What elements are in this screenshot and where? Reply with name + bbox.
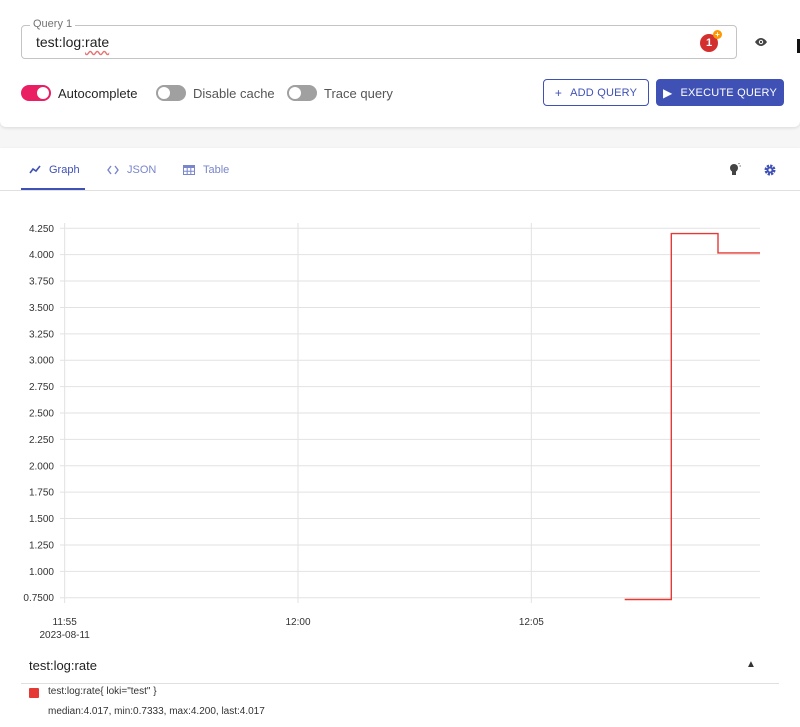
y-tick-label: 1.500 (29, 514, 54, 525)
legend-series-label[interactable]: test:log:rate{ loki="test" } (48, 686, 157, 697)
query-value[interactable]: test:log:rate (36, 34, 109, 50)
disable-cache-label: Disable cache (193, 85, 275, 101)
trace-query-switch[interactable] (287, 85, 317, 101)
plus-icon: + (554, 85, 563, 100)
legend-header[interactable]: test:log:rate ▲ (0, 648, 800, 683)
y-tick-label: 1.750 (29, 488, 54, 499)
autocomplete-toggle[interactable]: Autocomplete (21, 83, 138, 103)
y-tick-label: 2.500 (29, 409, 54, 420)
y-tick-label: 0.7500 (23, 593, 54, 604)
eye-icon[interactable] (753, 35, 769, 49)
execute-query-button[interactable]: ▶ EXECUTE QUERY (656, 79, 784, 106)
y-tick-label: 2.250 (29, 435, 54, 446)
error-badge-icon[interactable]: 1 + (700, 30, 722, 52)
query-label: Query 1 (30, 18, 76, 30)
trace-query-toggle[interactable]: Trace query (287, 83, 393, 103)
legend-title: test:log:rate (29, 658, 97, 673)
y-tick-label: 4.250 (29, 224, 54, 235)
y-tick-label: 2.000 (29, 461, 54, 472)
y-tick-label: 3.750 (29, 277, 54, 288)
plus-icon: + (713, 30, 722, 39)
line-chart: 0.7500 1.000 1.250 1.500 1.750 2.000 2.250 2.50… (23, 223, 760, 641)
y-tick-label: 3.500 (29, 303, 54, 314)
y-tick-label: 1.250 (29, 540, 54, 551)
disable-cache-toggle[interactable]: Disable cache (156, 83, 275, 103)
query-input[interactable]: Query 1 test:log:rate 1 + (21, 18, 737, 59)
x-tick-date-label: 2023-08-11 (39, 630, 90, 641)
x-tick-label: 12:00 (285, 617, 310, 628)
legend-divider (21, 683, 779, 684)
y-tick-label: 1.000 (29, 567, 54, 578)
y-tick-label: 4.000 (29, 250, 54, 261)
results-panel: Graph JSON Table 0.7500 1.000 1.250 1.500 1.… (0, 148, 800, 727)
x-tick-label: 12:05 (519, 617, 544, 628)
autocomplete-label: Autocomplete (58, 85, 138, 101)
add-query-button[interactable]: + ADD QUERY (543, 79, 649, 106)
chevron-up-icon[interactable]: ▲ (746, 659, 756, 670)
legend-series-stats: median:4.017, min:0.7333, max:4.200, las… (48, 706, 265, 717)
series-color-swatch[interactable] (29, 688, 39, 698)
disable-cache-switch[interactable] (156, 85, 186, 101)
y-tick-label: 2.750 (29, 382, 54, 393)
query-panel: Query 1 test:log:rate 1 + Autocomplete Di… (0, 0, 800, 127)
play-icon: ▶ (663, 85, 673, 100)
autocomplete-switch[interactable] (21, 85, 51, 101)
y-tick-label: 3.000 (29, 356, 54, 367)
y-tick-label: 3.250 (29, 329, 54, 340)
trace-query-label: Trace query (324, 85, 393, 101)
x-tick-label: 11:55 (53, 617, 78, 628)
